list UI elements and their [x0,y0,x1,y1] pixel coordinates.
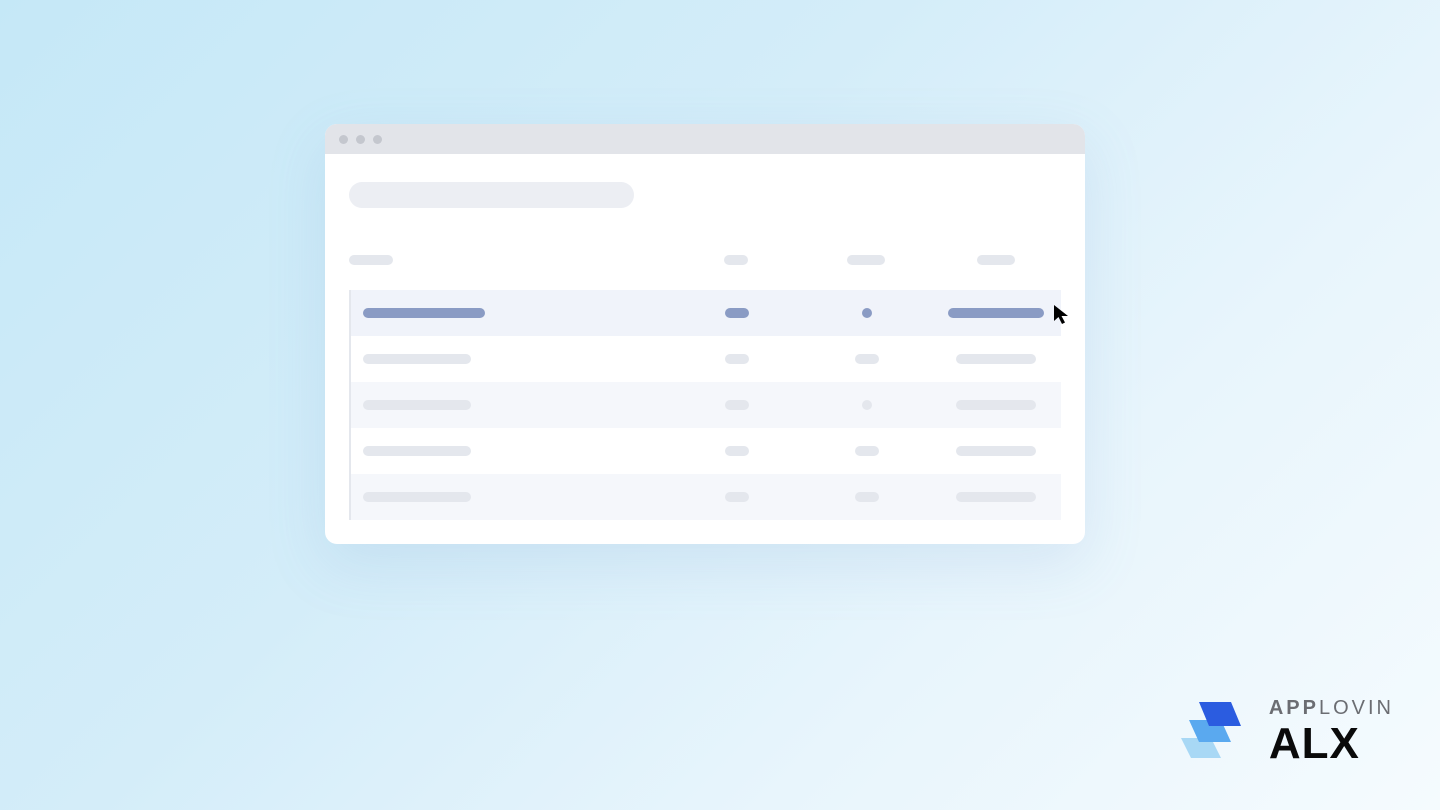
row-cell [956,354,1036,364]
column-header[interactable] [724,255,748,265]
logo-text: APPLOVIN ALX [1269,697,1394,766]
row-cell [956,446,1036,456]
row-cell [363,400,471,410]
table-row[interactable] [349,382,1061,428]
minimize-icon[interactable] [356,135,365,144]
table-row[interactable] [349,474,1061,520]
row-cell [363,446,471,456]
row-cell [855,446,879,456]
table-row[interactable] [349,428,1061,474]
search-input[interactable] [349,182,634,208]
column-header[interactable] [847,255,885,265]
status-dot-icon [862,308,872,318]
row-cell [855,354,879,364]
row-cell [363,354,471,364]
column-header[interactable] [977,255,1015,265]
row-cell [725,308,749,318]
status-dot-icon [862,400,872,410]
maximize-icon[interactable] [373,135,382,144]
product-name: ALX [1269,722,1394,766]
table-row[interactable] [349,290,1061,336]
table-row[interactable] [349,336,1061,382]
brand-logo: APPLOVIN ALX [1173,696,1394,766]
data-table [349,250,1061,520]
table-header-row [349,250,1061,270]
window-content [325,154,1085,520]
row-cell [956,400,1036,410]
row-cell [956,492,1036,502]
row-cell [725,446,749,456]
row-cell [363,492,471,502]
row-cell [725,354,749,364]
brand-name: APPLOVIN [1269,697,1394,720]
row-cell [725,400,749,410]
column-header[interactable] [349,255,393,265]
logo-mark-icon [1173,696,1251,766]
row-cell [725,492,749,502]
row-cell [855,492,879,502]
close-icon[interactable] [339,135,348,144]
browser-window [325,124,1085,544]
row-cell [363,308,485,318]
window-titlebar [325,124,1085,154]
row-cell [948,308,1044,318]
